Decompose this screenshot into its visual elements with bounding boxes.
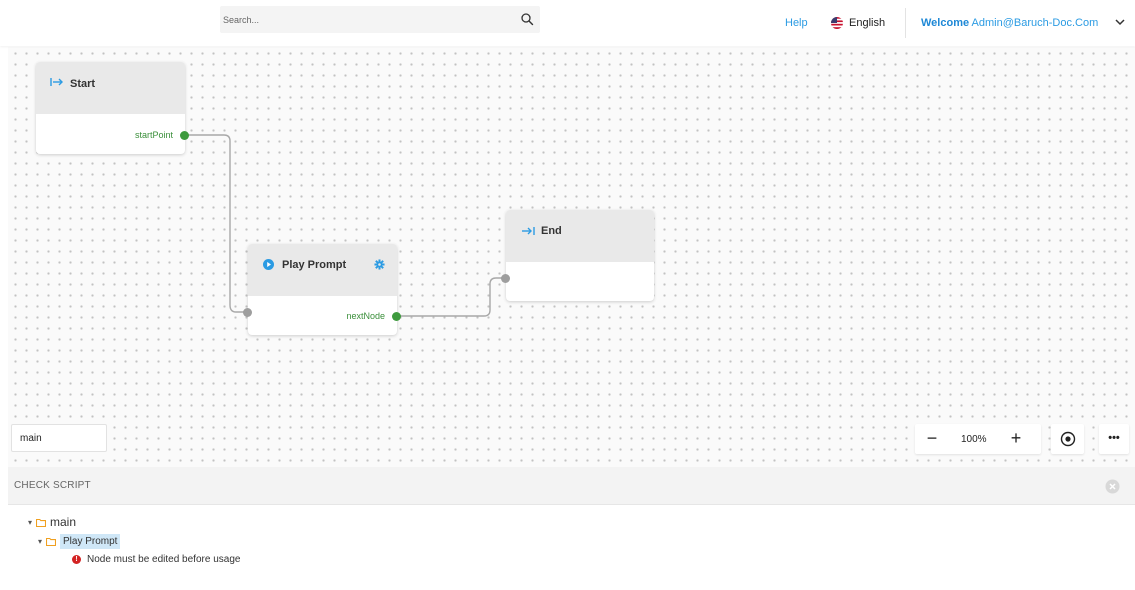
end-node-title: End (541, 225, 562, 237)
language-label: English (849, 17, 886, 29)
end-input-port[interactable] (501, 274, 510, 283)
exit-arrow-icon (522, 227, 535, 235)
next-node-label: nextNode (346, 311, 385, 321)
check-script-title: CHECK SCRIPT (14, 480, 91, 491)
header-divider (905, 8, 906, 38)
play-prompt-node-title: Play Prompt (282, 259, 347, 271)
start-node-header: Start (36, 62, 185, 114)
welcome-label: Welcome (921, 17, 970, 29)
check-script-header: CHECK SCRIPT (8, 467, 1135, 505)
check-script-panel: CHECK SCRIPT ▾ main ▾ Play Prompt ! Node… (8, 467, 1135, 590)
enter-arrow-icon (50, 78, 63, 86)
error-icon: ! (72, 555, 81, 564)
play-prompt-input-port[interactable] (243, 308, 252, 317)
language-selector[interactable]: English (831, 15, 885, 31)
gear-icon[interactable] (374, 259, 385, 270)
zoom-in-button[interactable]: + (1007, 428, 1025, 448)
next-node-port[interactable] (392, 312, 401, 321)
play-circle-icon (263, 259, 274, 270)
help-link[interactable]: Help (785, 17, 808, 29)
zoom-controls: − 100% + (915, 424, 1041, 454)
start-point-port[interactable] (180, 131, 189, 140)
folder-icon (46, 537, 56, 546)
zoom-level: 100% (961, 434, 987, 445)
zoom-out-button[interactable]: − (924, 429, 940, 447)
validation-error-row: ! Node must be edited before usage (72, 554, 240, 565)
chevron-down-icon[interactable] (1114, 16, 1126, 28)
tree-item-play-prompt[interactable]: ▾ Play Prompt (38, 534, 121, 549)
end-node[interactable]: End (506, 210, 654, 301)
start-point-label: startPoint (134, 130, 173, 140)
caret-down-icon[interactable]: ▾ (38, 537, 46, 546)
tree-main-label: main (50, 515, 77, 529)
start-node[interactable]: Start startPoint (36, 62, 185, 154)
search-icon[interactable] (520, 12, 534, 26)
validation-error-text: Node must be edited before usage (87, 554, 241, 565)
more-options-button[interactable]: ••• (1099, 424, 1129, 454)
user-email: Admin@Baruch-Doc.Com (971, 17, 1099, 29)
fit-view-button[interactable] (1051, 424, 1084, 454)
folder-icon (36, 518, 46, 527)
target-icon (1060, 431, 1076, 447)
search-input[interactable] (220, 6, 510, 33)
script-tab-main[interactable]: main (11, 424, 107, 452)
us-flag-icon (831, 17, 843, 29)
play-prompt-node-header: Play Prompt (248, 244, 397, 296)
top-bar: Help English Welcome Admin@Baruch-Doc.Co… (0, 0, 1135, 46)
user-menu[interactable]: Welcome Admin@Baruch-Doc.Com (921, 17, 1098, 29)
end-node-header: End (506, 210, 654, 262)
play-prompt-node[interactable]: Play Prompt nextNode (248, 244, 397, 335)
close-circle-icon[interactable] (1105, 479, 1120, 494)
tree-play-prompt-label: Play Prompt (60, 534, 121, 549)
start-node-title: Start (70, 78, 96, 90)
search-box (220, 6, 540, 33)
caret-down-icon[interactable]: ▾ (28, 518, 36, 527)
tree-item-main[interactable]: ▾ main (28, 515, 76, 529)
